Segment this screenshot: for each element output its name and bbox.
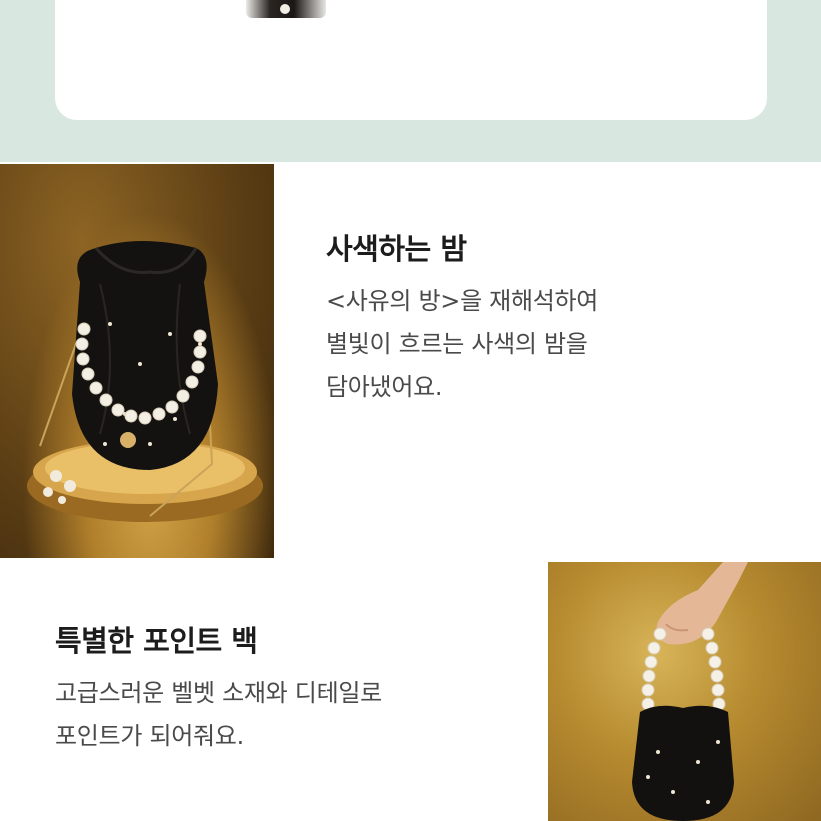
product-photo-hand-holding-bag xyxy=(548,562,821,821)
product-image-fragment xyxy=(246,0,326,18)
description-line: 담아냈어요. xyxy=(326,373,443,401)
product-card xyxy=(55,0,767,120)
section-title-point-bag: 특별한 포인트 백 xyxy=(55,624,258,658)
description-line: 별빛이 흐르는 사색의 밤을 xyxy=(326,330,588,358)
description-line: 포인트가 되어줘요. xyxy=(55,722,244,750)
section-description-point-bag: 고급스러운 벨벳 소재와 디테일로 포인트가 되어줘요. xyxy=(55,672,382,758)
bag-illustration xyxy=(27,241,263,522)
section-title-night: 사색하는 밤 xyxy=(326,232,467,266)
description-line: <사유의 방>을 재해석하여 xyxy=(326,287,599,315)
hand-bag-illustration xyxy=(632,562,748,821)
section-description-night: <사유의 방>을 재해석하여 별빛이 흐르는 사색의 밤을 담아냈어요. xyxy=(326,280,598,409)
product-photo-velvet-bag xyxy=(0,164,274,558)
description-line: 고급스러운 벨벳 소재와 디테일로 xyxy=(55,679,382,707)
